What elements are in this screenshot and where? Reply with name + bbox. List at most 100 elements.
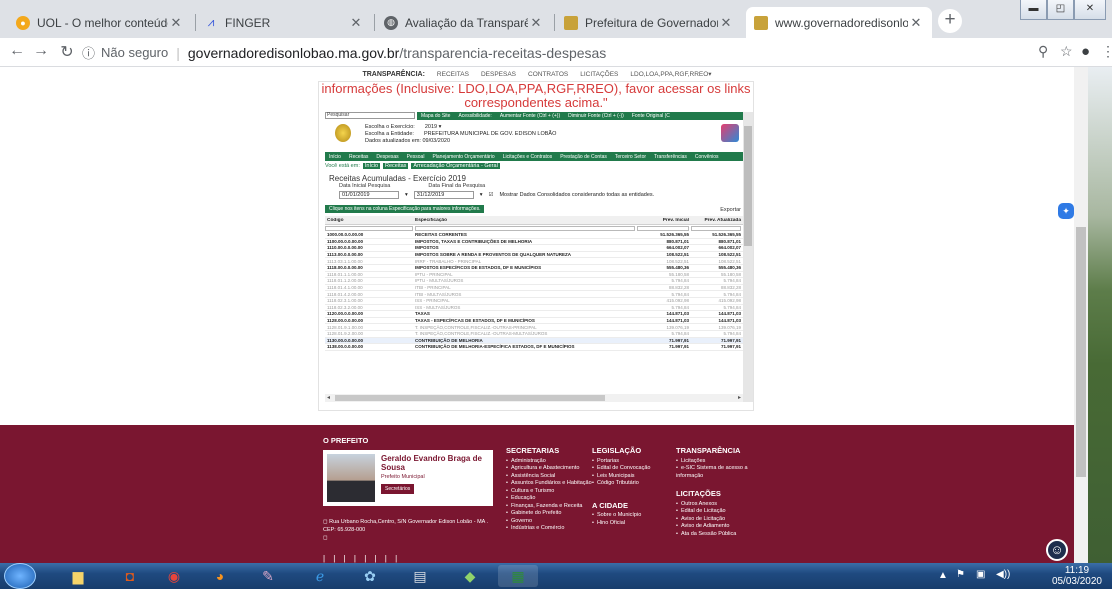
secretaries-button[interactable]: Secretários <box>381 484 415 494</box>
menu-inicio[interactable]: Início <box>329 154 341 160</box>
secretaria-link[interactable]: Agricultura e Abastecimento <box>506 465 592 473</box>
menu-prestacao[interactable]: Prestação de Contas <box>560 154 607 160</box>
tab-avaliacao[interactable]: ◍ Avaliação da Transparência dos ✕ <box>376 7 552 38</box>
row-specification[interactable]: T. INSPEÇÃO,CONTROLE,FISCALIZ.-OUTRAS-PR… <box>415 325 637 330</box>
font-reset-link[interactable]: Fonte Original (C <box>632 113 670 119</box>
menu-convenios[interactable]: Convênios <box>695 154 719 160</box>
notepad-icon[interactable]: ▤ <box>400 565 440 587</box>
new-tab-button[interactable]: + <box>938 9 962 33</box>
file-explorer-icon[interactable]: ▆ <box>58 565 98 587</box>
table-row[interactable]: 1118.01.1.1.00.00 IPTU - PRINCIPAL 55.180,… <box>325 272 743 279</box>
row-specification[interactable]: TAXAS <box>415 311 637 316</box>
clock[interactable]: 11:19 05/03/2020 <box>1052 565 1102 587</box>
secretaria-link[interactable]: Finanças, Fazenda e Receita <box>506 503 592 511</box>
table-row[interactable]: 1120.00.0.0.00.00 TAXAS 144.871,03 144.871,… <box>325 311 743 318</box>
menu-planejamento[interactable]: Planejamento Orçamentário <box>432 154 494 160</box>
table-row[interactable]: 1113.00.0.0.00.00 IMPOSTOS SOBRE A RENDA … <box>325 252 743 259</box>
secretaria-link[interactable]: Indústrias e Comércio <box>506 525 592 533</box>
network-tray-icon[interactable]: ▣ <box>976 569 985 580</box>
secretaria-link[interactable]: Educação <box>506 495 592 503</box>
paint-icon[interactable]: ✎ <box>248 565 288 587</box>
menu-licitacoes[interactable]: Licitações e Contratos <box>503 154 552 160</box>
legislacao-link[interactable]: Portarias <box>592 458 650 466</box>
zoom-icon[interactable]: ⚲ <box>1038 43 1048 60</box>
start-date-input[interactable]: 01/01/2019 <box>339 191 399 199</box>
info-icon[interactable]: ⓘ <box>82 43 95 62</box>
scrollbar-thumb[interactable] <box>335 395 605 401</box>
col-prev-atualizada[interactable]: Prev. Atualizada <box>691 218 743 223</box>
reload-icon[interactable]: ↻ <box>56 42 78 62</box>
licitacoes-link[interactable]: Aviso de Adiamento <box>676 523 776 531</box>
table-row[interactable]: 1113.03.1.1.00.00 IRRF - TRABALHO - PRINC… <box>325 258 743 265</box>
calendar-icon[interactable]: ▾ <box>480 192 483 198</box>
filter-input[interactable] <box>691 226 741 231</box>
secretaria-link[interactable]: Governo <box>506 518 592 526</box>
secretaria-link[interactable]: Cultura e Turismo <box>506 488 592 496</box>
filter-input[interactable] <box>415 226 635 231</box>
close-icon[interactable]: ✕ <box>348 15 364 31</box>
nav-item-despesas[interactable]: DESPESAS <box>481 71 516 78</box>
breadcrumb-inicio[interactable]: Início <box>362 163 381 169</box>
secretaria-link[interactable]: Assistência Social <box>506 473 592 481</box>
table-row[interactable]: 1110.00.0.0.00.00 IMPOSTOS 664.002,07 664.0… <box>325 245 743 252</box>
tab-finger[interactable]: ⩘ FINGER ✕ <box>196 7 372 38</box>
network-icon[interactable]: ◆ <box>450 565 490 587</box>
row-specification[interactable]: ISS - MULTAS/JUROS <box>415 305 637 310</box>
row-specification[interactable]: IRRF - TRABALHO - PRINCIPAL <box>415 259 637 264</box>
menu-transferencias[interactable]: Transferências <box>654 154 687 160</box>
transparencia-link[interactable]: Licitações <box>676 458 776 466</box>
nav-item-licitacoes[interactable]: LICITAÇÕES <box>580 71 618 78</box>
close-icon[interactable]: ✕ <box>168 15 184 31</box>
tray-arrow-icon[interactable]: ▲ <box>938 570 948 581</box>
entity-select[interactable]: PREFEITURA MUNICIPAL DE GOV. EDISON LOBÃ… <box>424 131 556 137</box>
row-specification[interactable]: CONTRIBUIÇÃO DE MELHORIA <box>415 338 637 343</box>
horizontal-scrollbar[interactable]: ◂ ▸ <box>325 394 743 402</box>
table-row[interactable]: 1118.02.3.2.00.00 ISS - MULTAS/JUROS 5.794… <box>325 305 743 312</box>
table-row[interactable]: 1138.00.0.0.00.00 CONTRIBUIÇÃO DE MELHORI… <box>325 344 743 351</box>
tab-prefeitura[interactable]: Prefeitura de Governador Ediso ✕ <box>556 7 742 38</box>
font-decrease-link[interactable]: Diminuir Fonte (Ctrl + (-)) <box>568 113 624 119</box>
table-row[interactable]: 1118.01.1.2.00.00 IPTU - MULTAS/JUROS 5.79… <box>325 278 743 285</box>
firefox-icon[interactable]: ◕ <box>200 565 240 587</box>
end-date-input[interactable]: 31/12/2019 <box>413 191 474 199</box>
menu-terceiro-setor[interactable]: Terceiro Setor <box>615 154 646 160</box>
row-specification[interactable]: T. INSPEÇÃO,CONTROLE,FISCALIZ.-OUTRAS-MU… <box>415 331 637 336</box>
nav-item-receitas[interactable]: RECEITAS <box>437 71 469 78</box>
accessibility-icon[interactable]: ☺ <box>1046 539 1068 561</box>
table-row[interactable]: 1118.01.4.1.00.00 ITBI - PRINCIPAL 88.832,… <box>325 285 743 292</box>
row-specification[interactable]: IMPOSTOS <box>415 245 637 250</box>
scrollbar-thumb[interactable] <box>744 126 752 246</box>
exercise-select[interactable]: 2019 <box>425 124 437 130</box>
tab-uol[interactable]: ● UOL - O melhor conteúdo ✕ <box>8 7 192 38</box>
close-icon[interactable]: ✕ <box>718 15 734 31</box>
table-row[interactable]: 1118.01.4.2.00.00 ITBI - MULTAS/JUROS 5.79… <box>325 291 743 298</box>
table-row[interactable]: 1130.00.0.0.00.00 CONTRIBUIÇÃO DE MELHORI… <box>325 337 743 345</box>
filter-input[interactable] <box>637 226 689 231</box>
scroll-left-icon[interactable]: ◂ <box>327 394 330 401</box>
chat-help-icon[interactable]: ✦ <box>1058 203 1074 219</box>
back-arrow-icon[interactable]: ← <box>6 42 28 60</box>
close-window-button[interactable]: ✕ <box>1074 0 1106 20</box>
flag-icon[interactable]: ⚑ <box>956 569 965 580</box>
secretaria-link[interactable]: Administração <box>506 458 592 466</box>
maximize-button[interactable]: ◰ <box>1047 0 1074 20</box>
col-codigo[interactable]: Código <box>325 218 415 223</box>
row-specification[interactable]: RECEITAS CORRENTES <box>415 232 637 237</box>
forward-arrow-icon[interactable]: → <box>30 42 52 60</box>
close-icon[interactable]: ✕ <box>908 15 924 31</box>
table-row[interactable]: 1100.00.0.0.00.00 IMPOSTOS, TAXAS E CONTR… <box>325 239 743 246</box>
row-specification[interactable]: ITBI - MULTAS/JUROS <box>415 292 637 297</box>
table-row[interactable]: 1128.01.9.2.00.00 T. INSPEÇÃO,CONTROLE,FI… <box>325 331 743 338</box>
tab-active-site[interactable]: www.governadoredisonlobao.n ✕ <box>746 7 932 38</box>
chrome-icon[interactable]: ◉ <box>154 565 194 587</box>
bookmark-star-icon[interactable]: ☆ <box>1060 43 1073 60</box>
internet-explorer-icon[interactable]: ℯ <box>300 565 340 587</box>
font-increase-link[interactable]: Aumentar Fonte (Ctrl + (+)) <box>500 113 560 119</box>
close-icon[interactable]: ✕ <box>528 15 544 31</box>
consolidated-checkbox[interactable]: ☑ <box>489 192 494 198</box>
cidade-link[interactable]: Hino Oficial <box>592 520 650 528</box>
row-specification[interactable]: IPTU - MULTAS/JUROS <box>415 278 637 283</box>
export-link[interactable]: Exportar <box>720 207 741 213</box>
table-row[interactable]: 1000.00.0.0.00.00 RECEITAS CORRENTES 51.52… <box>325 232 743 239</box>
table-row[interactable]: 1118.00.0.0.00.00 IMPOSTOS ESPECÍFICOS DE… <box>325 265 743 272</box>
